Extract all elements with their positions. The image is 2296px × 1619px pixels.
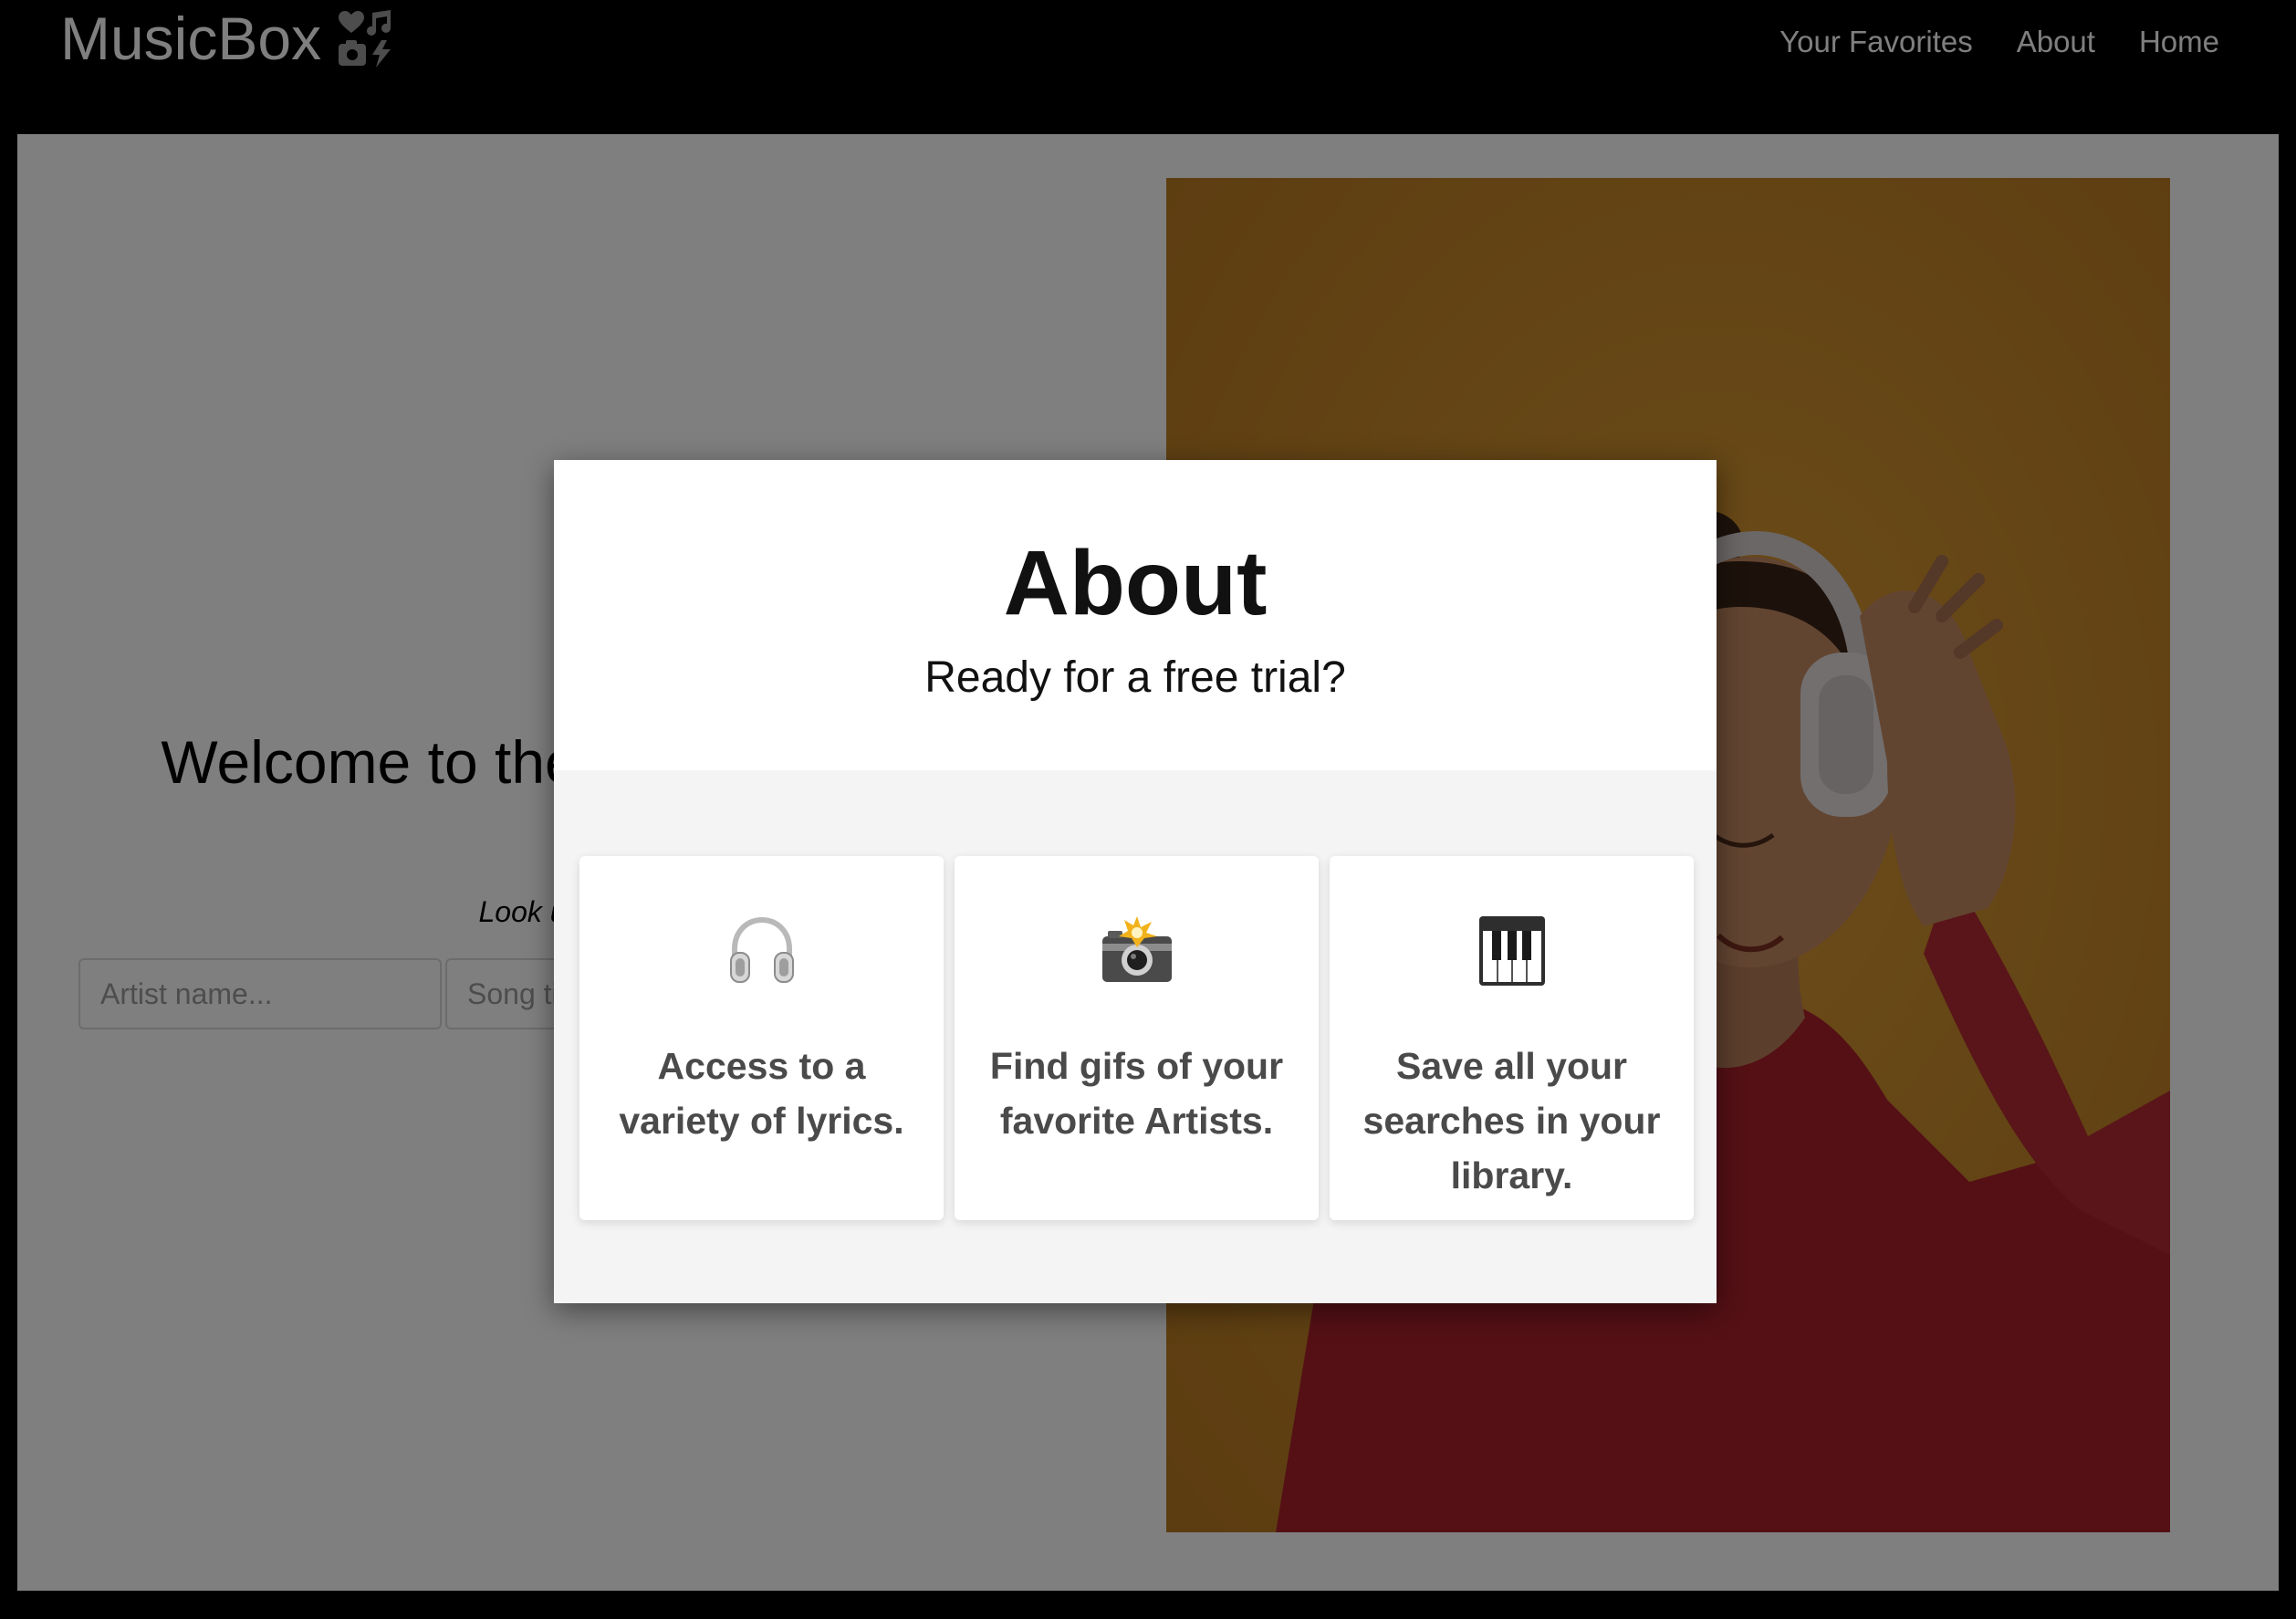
camera-flash-icon [1101, 916, 1172, 982]
piano-keys-icon [1478, 916, 1545, 986]
about-modal: About Ready for a free trial? Access to … [554, 460, 1717, 1303]
feature-text-lyrics: Access to a variety of lyrics. [619, 1045, 904, 1142]
feature-card-library: Save all your searches in your library. [1330, 856, 1694, 1220]
feature-text-library: Save all your searches in your library. [1362, 1045, 1661, 1196]
feature-text-gifs: Find gifs of your favorite Artists. [989, 1045, 1284, 1142]
feature-card-gifs: Find gifs of your favorite Artists. [955, 856, 1319, 1220]
modal-title: About [1003, 532, 1268, 634]
headphones-icon [729, 916, 794, 983]
modal-subtitle: Ready for a free trial? [924, 653, 1346, 702]
feature-cards: Access to a variety of lyrics. Find gifs… [579, 856, 1694, 1220]
feature-card-lyrics: Access to a variety of lyrics. [579, 856, 944, 1220]
modal-header: About Ready for a free trial? [554, 460, 1717, 770]
